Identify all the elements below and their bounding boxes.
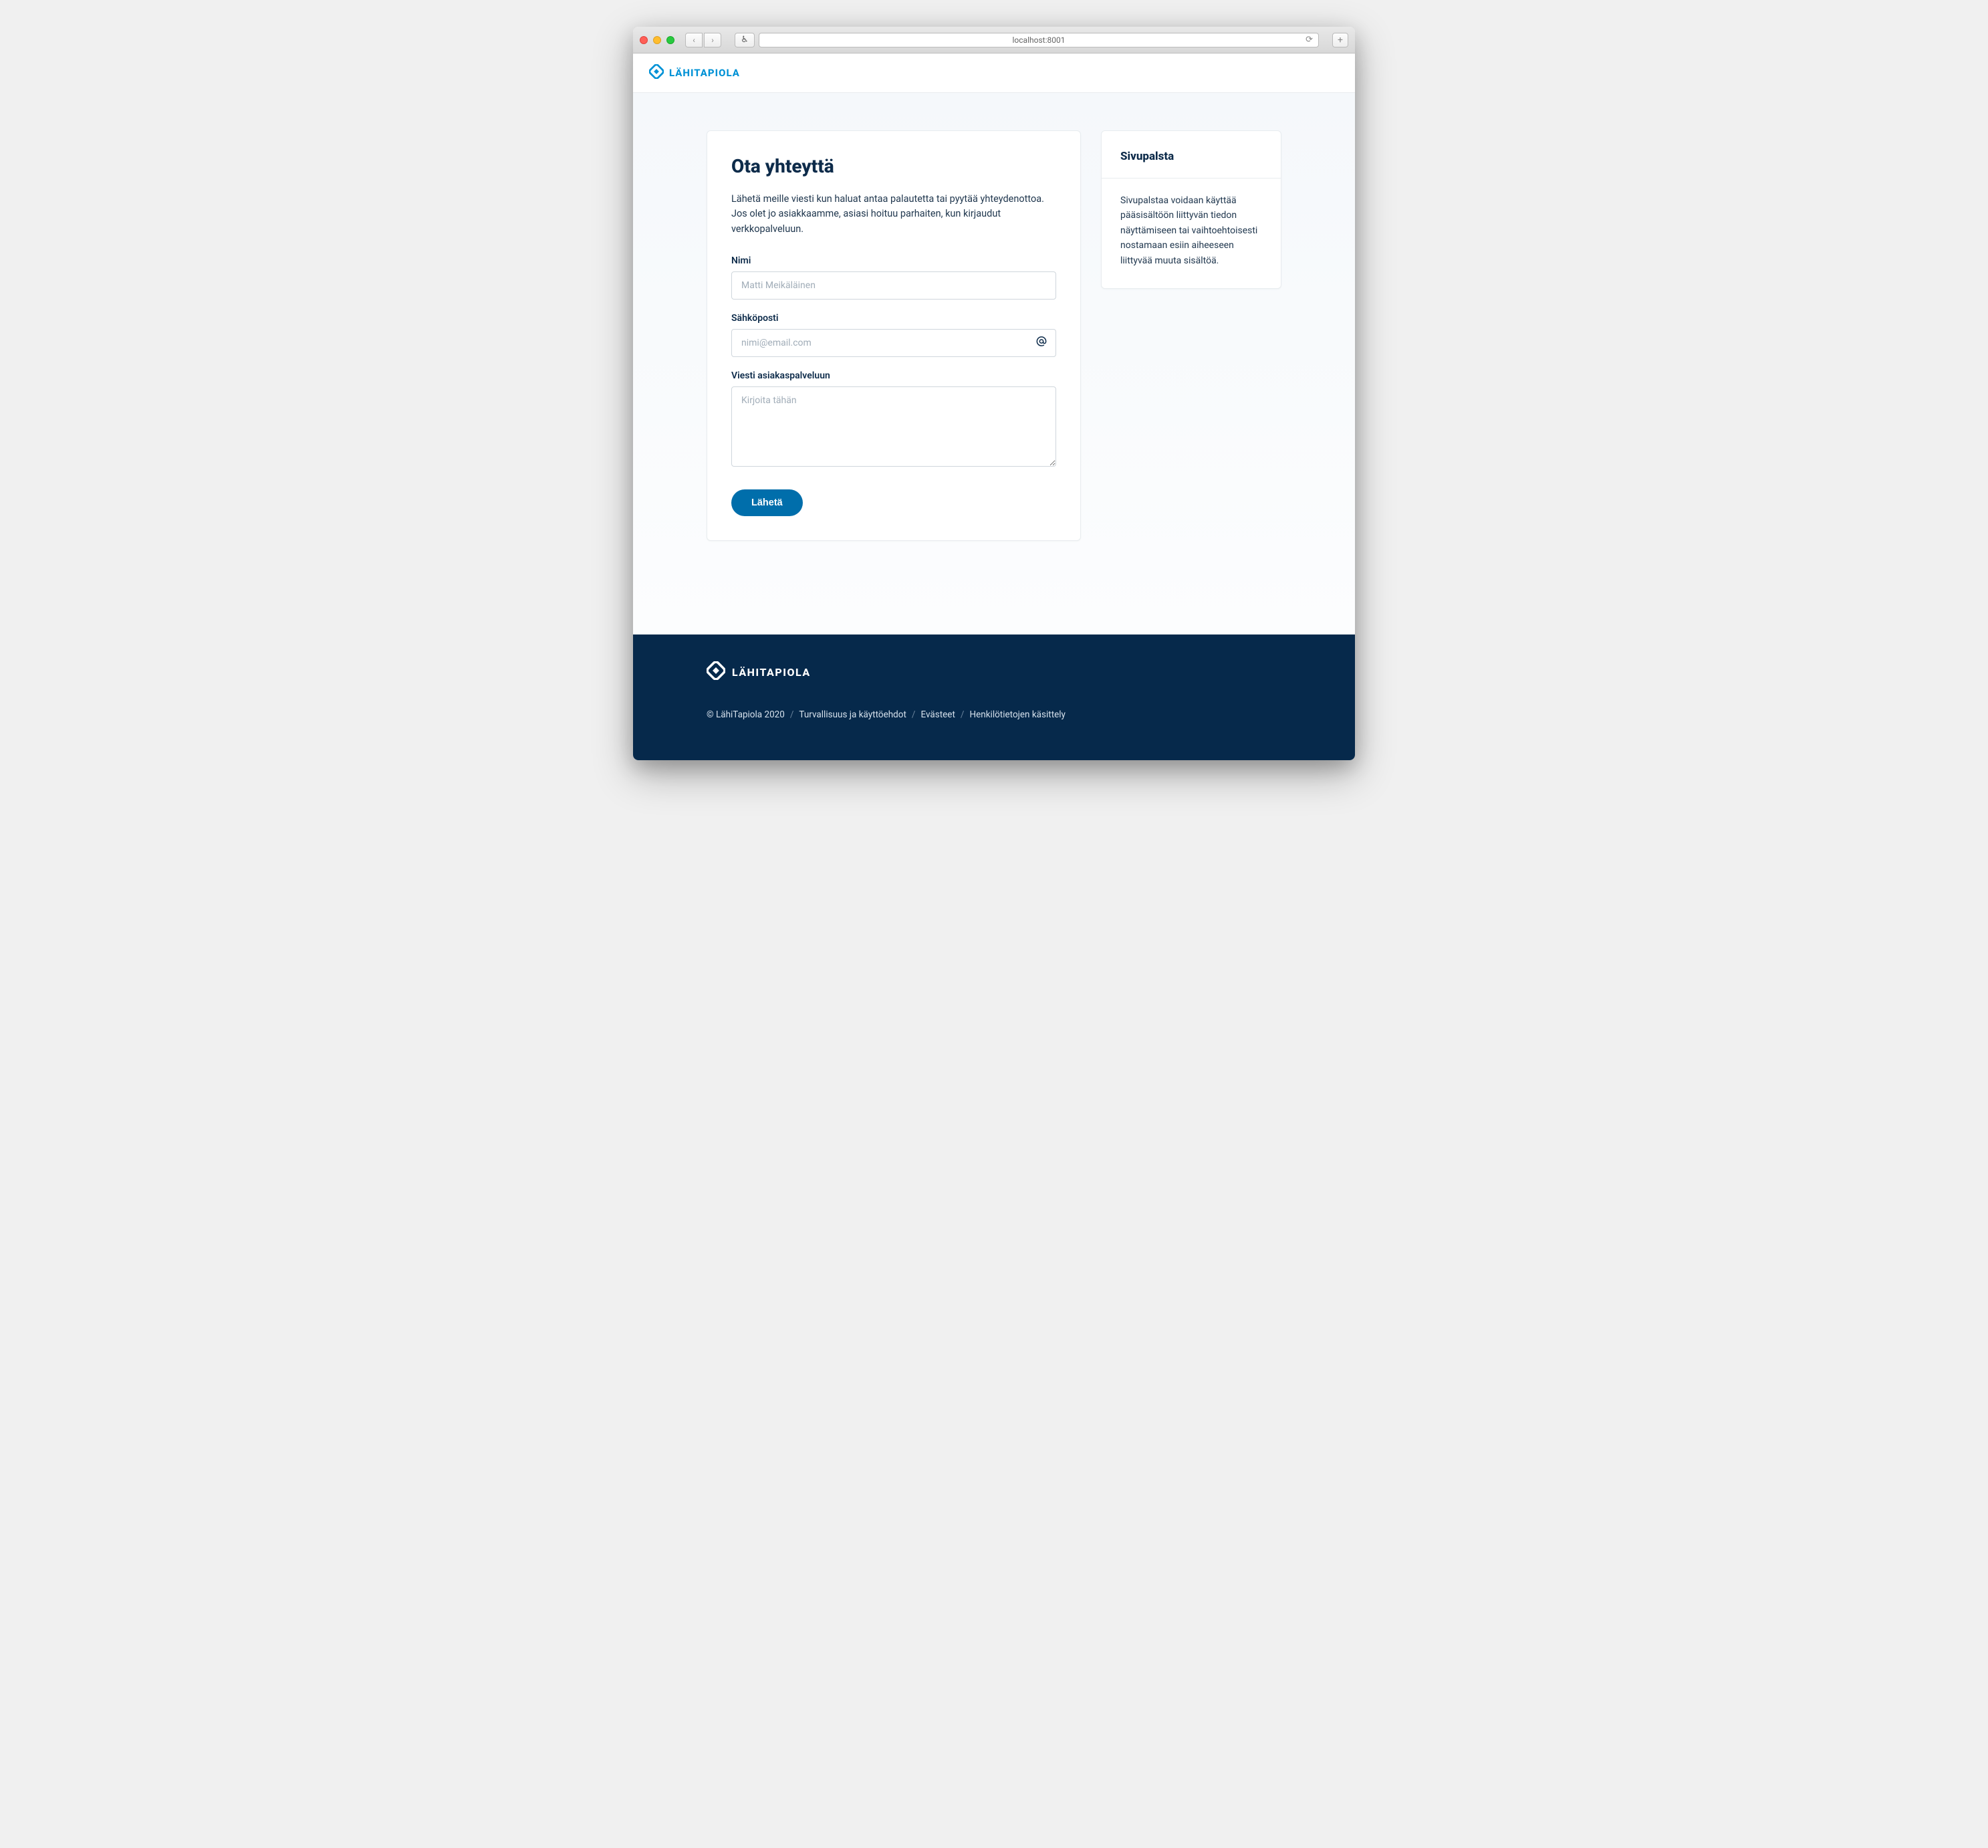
- browser-window: ‹ › ♿︎ localhost:8001 ⟳ +: [633, 27, 1355, 760]
- brand-mark-icon: [649, 64, 664, 82]
- chevron-left-icon: ‹: [693, 35, 695, 45]
- maximize-window-button[interactable]: [666, 36, 674, 44]
- sidebar-title: Sivupalsta: [1120, 150, 1262, 163]
- footer-links: © LähiTapiola 2020 / Turvallisuus ja käy…: [707, 709, 1281, 720]
- browser-chrome: ‹ › ♿︎ localhost:8001 ⟳ +: [633, 27, 1355, 53]
- message-input[interactable]: [731, 386, 1056, 467]
- window-controls: [640, 36, 674, 44]
- intro-text: Lähetä meille viesti kun haluat antaa pa…: [731, 192, 1056, 237]
- sidebar-body: Sivupalstaa voidaan käyttää pääsisältöön…: [1102, 179, 1281, 288]
- footer-link-cookies[interactable]: Evästeet: [920, 709, 955, 720]
- page-title: Ota yhteyttä: [731, 155, 1056, 177]
- email-input[interactable]: [731, 329, 1056, 357]
- contact-form-card: Ota yhteyttä Lähetä meille viesti kun ha…: [707, 130, 1081, 541]
- footer: LÄHITAPIOLA © LähiTapiola 2020 / Turvall…: [633, 634, 1355, 760]
- reload-icon[interactable]: ⟳: [1306, 35, 1313, 45]
- footer-logo[interactable]: LÄHITAPIOLA: [707, 661, 1281, 683]
- back-button[interactable]: ‹: [685, 33, 703, 47]
- brand-name: LÄHITAPIOLA: [669, 67, 740, 79]
- email-label: Sähköposti: [731, 313, 1056, 324]
- separator: /: [912, 709, 916, 720]
- plus-icon: +: [1338, 35, 1343, 45]
- footer-link-privacy[interactable]: Henkilötietojen käsittely: [969, 709, 1065, 720]
- forward-button[interactable]: ›: [704, 33, 721, 47]
- submit-button[interactable]: Lähetä: [731, 489, 803, 516]
- sidebar-card: Sivupalsta Sivupalstaa voidaan käyttää p…: [1101, 130, 1281, 289]
- email-field: Sähköposti: [731, 313, 1056, 357]
- content-area: Ota yhteyttä Lähetä meille viesti kun ha…: [633, 93, 1355, 634]
- address-bar[interactable]: localhost:8001 ⟳: [759, 33, 1319, 47]
- copyright-text: © LähiTapiola 2020: [707, 709, 785, 720]
- new-tab-button[interactable]: +: [1332, 33, 1348, 47]
- footer-link-terms[interactable]: Turvallisuus ja käyttöehdot: [799, 709, 906, 720]
- minimize-window-button[interactable]: [653, 36, 661, 44]
- chevron-right-icon: ›: [711, 35, 714, 45]
- accessibility-icon: ♿︎: [741, 35, 749, 45]
- name-field: Nimi: [731, 255, 1056, 300]
- separator: /: [790, 709, 794, 720]
- close-window-button[interactable]: [640, 36, 648, 44]
- message-label: Viesti asiakaspalveluun: [731, 370, 1056, 381]
- reader-button[interactable]: ♿︎: [735, 33, 755, 47]
- name-input[interactable]: [731, 271, 1056, 300]
- footer-inner: LÄHITAPIOLA © LähiTapiola 2020 / Turvall…: [707, 661, 1281, 720]
- name-label: Nimi: [731, 255, 1056, 266]
- address-bar-wrap: ♿︎ localhost:8001 ⟳: [735, 33, 1319, 47]
- nav-buttons: ‹ ›: [685, 33, 721, 47]
- sidebar-header: Sivupalsta: [1102, 131, 1281, 179]
- footer-brand-name: LÄHITAPIOLA: [732, 666, 811, 679]
- brand-mark-icon: [707, 661, 725, 683]
- page: LÄHITAPIOLA Ota yhteyttä Lähetä meille v…: [633, 53, 1355, 760]
- message-field: Viesti asiakaspalveluun: [731, 370, 1056, 469]
- address-text: localhost:8001: [1013, 35, 1066, 45]
- sidebar-text: Sivupalstaa voidaan käyttää pääsisältöön…: [1120, 193, 1262, 268]
- separator: /: [961, 709, 965, 720]
- topbar: LÄHITAPIOLA: [633, 53, 1355, 93]
- brand-logo[interactable]: LÄHITAPIOLA: [649, 64, 740, 82]
- email-input-wrap: [731, 329, 1056, 357]
- container: Ota yhteyttä Lähetä meille viesti kun ha…: [707, 130, 1281, 541]
